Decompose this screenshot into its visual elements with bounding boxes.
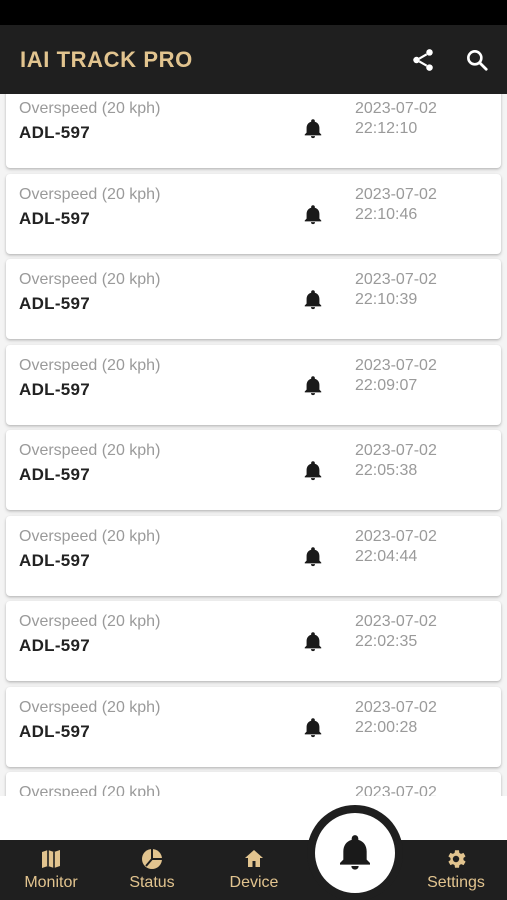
bottom-spacer	[0, 796, 507, 840]
alert-date: 2023-07-02	[355, 442, 437, 459]
bell-icon	[304, 205, 322, 225]
alerts-center-button[interactable]	[315, 813, 395, 893]
alert-card[interactable]: Overspeed (20 kph) ADL-597 2023-07-02 22…	[6, 345, 501, 425]
alert-time: 22:10:46	[355, 206, 418, 223]
nav-label: Status	[129, 874, 175, 891]
alert-type: Overspeed (20 kph)	[19, 784, 161, 796]
bell-icon	[304, 376, 322, 396]
vehicle-plate: ADL-597	[19, 123, 91, 142]
vehicle-plate: ADL-597	[19, 294, 91, 313]
bell-icon	[304, 461, 322, 481]
alert-time: 22:00:28	[355, 719, 418, 736]
alert-card[interactable]: Overspeed (20 kph) ADL-597 2023-07-02 22…	[6, 516, 501, 596]
nav-label: Settings	[427, 874, 485, 891]
bell-icon	[304, 290, 322, 310]
alert-type: Overspeed (20 kph)	[19, 100, 161, 117]
vehicle-plate: ADL-597	[19, 551, 91, 570]
status-bar	[0, 0, 507, 25]
alert-card[interactable]: Overspeed (20 kph) ADL-597 2023-07-02 22…	[6, 601, 501, 681]
gear-icon	[443, 847, 469, 871]
alert-type: Overspeed (20 kph)	[19, 528, 161, 545]
nav-label: Device	[229, 874, 279, 891]
alert-date: 2023-07-02	[355, 613, 437, 630]
map-icon	[38, 847, 64, 871]
alert-type: Overspeed (20 kph)	[19, 699, 161, 716]
alert-card[interactable]: Overspeed (20 kph) ADL-597 2023-07-02 22…	[6, 430, 501, 510]
pie-chart-icon	[139, 847, 165, 871]
vehicle-plate: ADL-597	[19, 722, 91, 741]
alert-date: 2023-07-02	[355, 100, 437, 117]
alert-card[interactable]: Overspeed (20 kph) 2023-07-02	[6, 772, 501, 796]
alert-type: Overspeed (20 kph)	[19, 357, 161, 374]
alert-card[interactable]: Overspeed (20 kph) ADL-597 2023-07-02 22…	[6, 687, 501, 767]
vehicle-plate: ADL-597	[19, 209, 91, 228]
alert-date: 2023-07-02	[355, 271, 437, 288]
alert-date: 2023-07-02	[355, 784, 437, 796]
bell-icon	[304, 547, 322, 567]
alert-date: 2023-07-02	[355, 357, 437, 374]
share-icon[interactable]	[409, 46, 437, 74]
alert-type: Overspeed (20 kph)	[19, 442, 161, 459]
alert-date: 2023-07-02	[355, 699, 437, 716]
alert-time: 22:09:07	[355, 377, 418, 394]
alert-time: 22:12:10	[355, 120, 418, 137]
alert-time: 22:05:38	[355, 462, 418, 479]
alert-card[interactable]: Overspeed (20 kph) ADL-597 2023-07-02 22…	[6, 174, 501, 254]
alert-type: Overspeed (20 kph)	[19, 271, 161, 288]
bell-icon	[304, 119, 322, 139]
alert-date: 2023-07-02	[355, 528, 437, 545]
alert-card[interactable]: Overspeed (20 kph) ADL-597 2023-07-02 22…	[6, 259, 501, 339]
alert-type: Overspeed (20 kph)	[19, 613, 161, 630]
bell-icon	[304, 718, 322, 738]
nav-label: Monitor	[24, 874, 78, 891]
alert-date: 2023-07-02	[355, 186, 437, 203]
vehicle-plate: ADL-597	[19, 465, 91, 484]
alert-list[interactable]: Overspeed (20 kph) ADL-597 2023-07-02 22…	[0, 94, 507, 796]
app-title: IAI TRACK PRO	[20, 46, 193, 72]
alert-card[interactable]: Overspeed (20 kph) ADL-597 2023-07-02 22…	[6, 94, 501, 168]
nav-device[interactable]: Device	[222, 840, 286, 900]
search-icon[interactable]	[463, 46, 491, 74]
nav-monitor[interactable]: Monitor	[18, 840, 84, 900]
bottom-navigation: Monitor Status Device Settings	[0, 840, 507, 900]
alert-type: Overspeed (20 kph)	[19, 186, 161, 203]
bell-icon	[340, 835, 370, 870]
alert-time: 22:02:35	[355, 633, 418, 650]
app-bar: IAI TRACK PRO	[0, 25, 507, 94]
alert-time: 22:04:44	[355, 548, 418, 565]
home-icon	[241, 847, 267, 871]
vehicle-plate: ADL-597	[19, 380, 91, 399]
vehicle-plate: ADL-597	[19, 636, 91, 655]
nav-status[interactable]: Status	[122, 840, 182, 900]
nav-settings[interactable]: Settings	[420, 840, 492, 900]
alert-time: 22:10:39	[355, 291, 418, 308]
bell-icon	[304, 632, 322, 652]
